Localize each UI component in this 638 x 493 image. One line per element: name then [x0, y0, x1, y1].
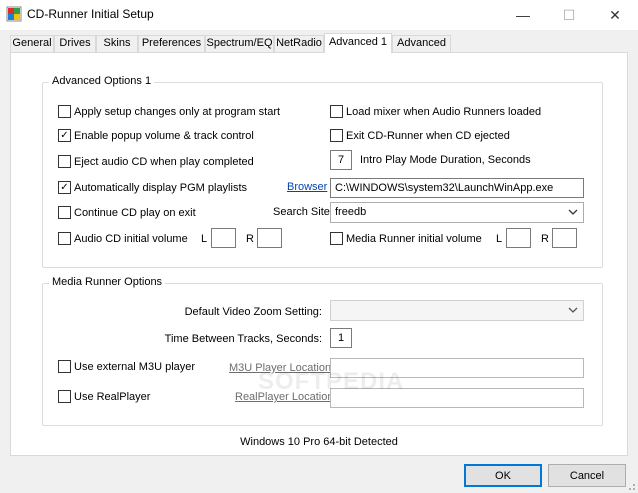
title-bar: CD-Runner Initial Setup — ☐ ✕ [0, 0, 638, 30]
media-runner-initial-volume-checkbox[interactable] [330, 232, 343, 245]
enable-popup-volume-label: Enable popup volume & track control [74, 129, 254, 142]
tab-general[interactable]: General [10, 35, 54, 52]
use-external-m3u-option[interactable]: Use external M3U player [58, 360, 195, 373]
intro-duration-input[interactable]: 7 [330, 150, 352, 170]
media-runner-left-label: L [496, 233, 503, 245]
use-realplayer-label: Use RealPlayer [74, 390, 151, 403]
audio-cd-right-volume-input[interactable] [257, 228, 282, 248]
tab-drives[interactable]: Drives [54, 35, 96, 52]
ok-button[interactable]: OK [464, 464, 542, 487]
tab-skins[interactable]: Skins [96, 35, 138, 52]
load-mixer-option[interactable]: Load mixer when Audio Runners loaded [330, 105, 541, 118]
auto-display-pgm-checkbox[interactable]: ✓ [58, 181, 71, 194]
chevron-down-icon [568, 307, 578, 313]
cd-runner-app-icon [6, 6, 22, 22]
audio-cd-initial-volume-checkbox[interactable] [58, 232, 71, 245]
intro-duration-label: Intro Play Mode Duration, Seconds [360, 154, 531, 166]
checkmark-icon: ✓ [60, 129, 69, 141]
use-external-m3u-checkbox[interactable] [58, 360, 71, 373]
auto-display-pgm-option[interactable]: ✓ Automatically display PGM playlists [58, 181, 247, 194]
audio-cd-initial-volume-label: Audio CD initial volume [74, 232, 188, 245]
media-runner-options-title: Media Runner Options [49, 276, 166, 288]
load-mixer-label: Load mixer when Audio Runners loaded [346, 105, 542, 118]
exit-when-ejected-label: Exit CD-Runner when CD ejected [346, 129, 510, 142]
tab-spectrum-eq[interactable]: Spectrum/EQ [205, 35, 274, 52]
video-zoom-label: Default Video Zoom Setting: [184, 306, 322, 318]
search-site-dropdown[interactable]: freedb [330, 202, 584, 223]
use-realplayer-checkbox[interactable] [58, 390, 71, 403]
chevron-down-icon [568, 209, 578, 215]
use-realplayer-option[interactable]: Use RealPlayer [58, 390, 150, 403]
maximize-button[interactable]: ☐ [546, 0, 592, 30]
audio-cd-right-label: R [246, 233, 254, 245]
advanced-options-title: Advanced Options 1 [49, 75, 155, 87]
media-runner-initial-volume-label: Media Runner initial volume [346, 232, 482, 245]
apply-changes-at-start-label: Apply setup changes only at program star… [74, 105, 281, 118]
time-between-tracks-label: Time Between Tracks, Seconds: [164, 333, 322, 345]
os-status-text: Windows 10 Pro 64-bit Detected [240, 436, 398, 448]
browser-link[interactable]: Browser [287, 181, 327, 193]
search-site-label: Search Site: [273, 206, 333, 218]
media-runner-initial-volume-option[interactable]: Media Runner initial volume [330, 232, 482, 245]
apply-changes-at-start-checkbox[interactable] [58, 105, 71, 118]
media-runner-right-volume-input[interactable] [552, 228, 577, 248]
tab-advanced-2[interactable]: Advanced 2 [392, 35, 451, 64]
audio-cd-left-label: L [201, 233, 208, 245]
tab-advanced-1[interactable]: Advanced 1 [324, 33, 392, 53]
exit-when-ejected-option[interactable]: Exit CD-Runner when CD ejected [330, 129, 510, 142]
cancel-button[interactable]: Cancel [548, 464, 626, 487]
window-title: CD-Runner Initial Setup [27, 7, 154, 21]
tab-netradio[interactable]: NetRadio [274, 35, 324, 52]
audio-cd-initial-volume-option[interactable]: Audio CD initial volume [58, 232, 188, 245]
exit-when-ejected-checkbox[interactable] [330, 129, 343, 142]
resize-grip-icon[interactable] [626, 481, 636, 491]
use-external-m3u-label: Use external M3U player [74, 360, 196, 373]
continue-cd-on-exit-option[interactable]: Continue CD play on exit [58, 206, 196, 219]
eject-cd-when-done-option[interactable]: Eject audio CD when play completed [58, 155, 254, 168]
minimize-button[interactable]: — [500, 0, 546, 30]
eject-cd-when-done-checkbox[interactable] [58, 155, 71, 168]
apply-changes-at-start-option[interactable]: Apply setup changes only at program star… [58, 105, 280, 118]
audio-cd-left-volume-input[interactable] [211, 228, 236, 248]
video-zoom-dropdown[interactable] [330, 300, 584, 321]
media-runner-right-label: R [541, 233, 549, 245]
enable-popup-volume-option[interactable]: ✓ Enable popup volume & track control [58, 129, 254, 142]
auto-display-pgm-label: Automatically display PGM playlists [74, 181, 248, 194]
media-runner-left-volume-input[interactable] [506, 228, 531, 248]
browser-path-input[interactable]: C:\WINDOWS\system32\LaunchWinApp.exe [330, 178, 584, 198]
search-site-value: freedb [335, 206, 367, 218]
load-mixer-checkbox[interactable] [330, 105, 343, 118]
enable-popup-volume-checkbox[interactable]: ✓ [58, 129, 71, 142]
checkmark-icon: ✓ [60, 181, 69, 193]
watermark: SOFTPEDIA [258, 368, 405, 395]
continue-cd-on-exit-label: Continue CD play on exit [74, 206, 196, 219]
continue-cd-on-exit-checkbox[interactable] [58, 206, 71, 219]
time-between-tracks-input[interactable]: 1 [330, 328, 352, 348]
eject-cd-when-done-label: Eject audio CD when play completed [74, 155, 254, 168]
tab-preferences[interactable]: Preferences [138, 35, 205, 52]
close-button[interactable]: ✕ [592, 0, 638, 30]
